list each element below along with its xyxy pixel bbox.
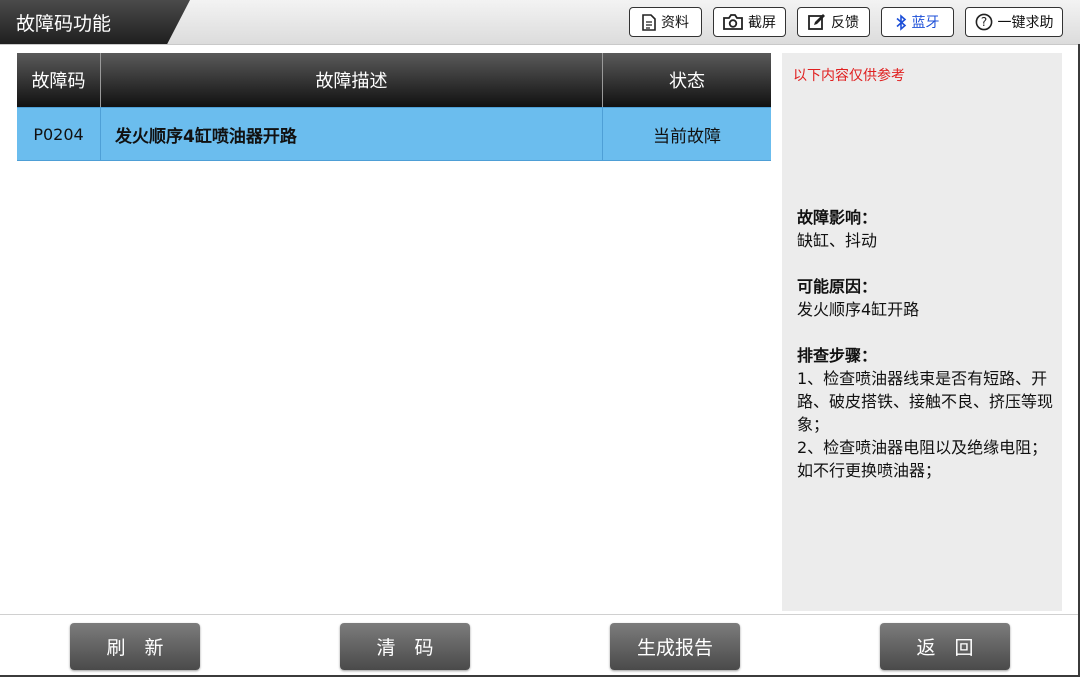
- bottom-bar: 刷 新 清 码 生成报告 返 回: [0, 614, 1080, 678]
- cause-text: 发火顺序4缸开路: [797, 300, 920, 319]
- cause-title: 可能原因：: [797, 277, 878, 296]
- fault-code-table: 故障码 故障描述 状态 P0204 发火顺序4缸喷油器开路 当前故障: [17, 53, 771, 161]
- row-status: 当前故障: [653, 126, 721, 147]
- edit-icon: [808, 13, 826, 31]
- header-description: 故障描述: [101, 53, 603, 107]
- back-button[interactable]: 返 回: [880, 623, 1010, 670]
- clear-codes-button[interactable]: 清 码: [340, 623, 470, 670]
- row-description: 发火顺序4缸喷油器开路: [101, 108, 603, 160]
- generate-report-button[interactable]: 生成报告: [610, 623, 740, 670]
- document-icon: [642, 13, 656, 31]
- fault-info-panel: 以下内容仅供参考 故障影响： 缺缸、抖动 可能原因： 发火顺序4缸开路 排查步骤…: [782, 53, 1062, 611]
- camera-icon: [723, 14, 743, 30]
- impact-title: 故障影响：: [797, 208, 878, 227]
- help-button[interactable]: ? 一键求助: [965, 7, 1063, 37]
- steps-section: 排查步骤： 1、检查喷油器线束是否有短路、开路、破皮搭铁、接触不良、挤压等现象；…: [797, 344, 1055, 482]
- bluetooth-button[interactable]: 蓝牙: [881, 7, 954, 37]
- impact-text: 缺缸、抖动: [797, 231, 878, 250]
- help-icon: ?: [975, 13, 993, 31]
- steps-text-1: 1、检查喷油器线束是否有短路、开路、破皮搭铁、接触不良、挤压等现象；: [797, 369, 1054, 434]
- impact-section: 故障影响： 缺缸、抖动: [797, 206, 1055, 252]
- bluetooth-icon: [895, 13, 907, 31]
- header-code: 故障码: [17, 53, 101, 107]
- steps-title: 排查步骤：: [797, 346, 878, 365]
- feedback-button-label: 反馈: [831, 15, 859, 31]
- info-button-label: 资料: [661, 15, 689, 31]
- svg-text:?: ?: [980, 15, 986, 29]
- feedback-button[interactable]: 反馈: [797, 7, 870, 37]
- bluetooth-button-label: 蓝牙: [911, 15, 940, 31]
- title-bar: 故障码功能 资料 截屏 反馈 蓝牙 ? 一键求助: [0, 0, 1080, 45]
- cause-section: 可能原因： 发火顺序4缸开路: [797, 275, 1055, 321]
- steps-text-2: 2、检查喷油器电阻以及绝缘电阻；如不行更换喷油器；: [797, 438, 1048, 480]
- info-button[interactable]: 资料: [629, 7, 702, 37]
- table-header: 故障码 故障描述 状态: [17, 53, 771, 107]
- refresh-button[interactable]: 刷 新: [70, 623, 200, 670]
- row-code: P0204: [17, 108, 101, 160]
- screenshot-button[interactable]: 截屏: [713, 7, 786, 37]
- screenshot-button-label: 截屏: [748, 15, 776, 31]
- header-status: 状态: [669, 71, 705, 92]
- table-row[interactable]: P0204 发火顺序4缸喷油器开路 当前故障: [17, 107, 771, 161]
- help-button-label: 一键求助: [997, 15, 1054, 31]
- reference-note: 以下内容仅供参考: [793, 68, 905, 84]
- page-title: 故障码功能: [16, 13, 112, 35]
